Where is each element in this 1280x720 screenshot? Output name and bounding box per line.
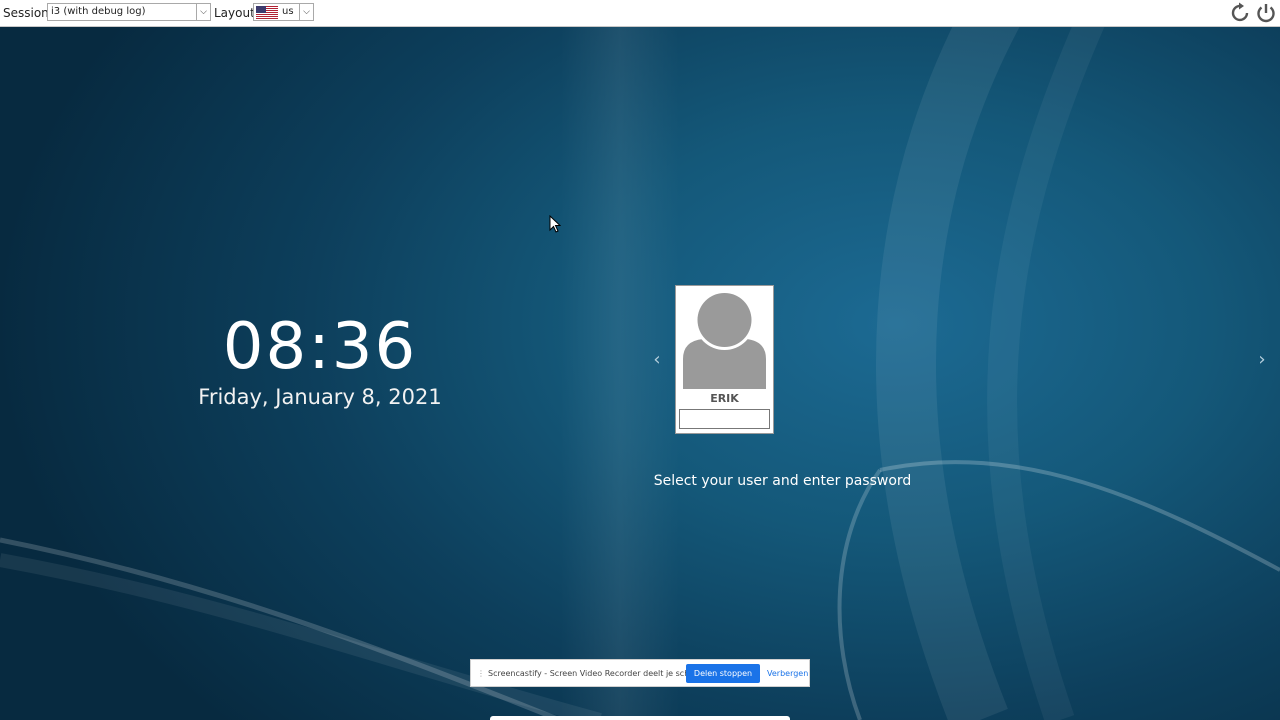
us-flag-icon: [256, 6, 278, 19]
layout-label: Layout: [214, 6, 255, 20]
password-input[interactable]: [679, 409, 770, 429]
login-prompt: Select your user and enter password: [653, 473, 912, 489]
login-screen: Session i3 (with debug log) ⌵ Layout us …: [0, 0, 1280, 720]
clock-date: Friday, January 8, 2021: [198, 385, 442, 409]
share-message: Screencastify - Screen Video Recorder de…: [488, 669, 708, 678]
hide-link[interactable]: Verbergen: [767, 668, 808, 679]
restart-icon[interactable]: [1230, 2, 1252, 24]
chevron-down-icon[interactable]: ⌵: [299, 4, 313, 20]
layout-value: us: [282, 6, 294, 17]
layout-select[interactable]: us ⌵: [253, 3, 314, 21]
chevron-right-icon[interactable]: ›: [1255, 349, 1269, 371]
power-icon[interactable]: [1255, 2, 1277, 24]
mouse-cursor-icon: [549, 215, 561, 233]
screen-share-bar: ⋮ Screencastify - Screen Video Recorder …: [470, 659, 810, 687]
user-card[interactable]: ERIK: [675, 285, 774, 434]
drag-handle-icon[interactable]: ⋮: [477, 669, 485, 678]
bottom-panel-edge: [490, 716, 790, 720]
user-avatar-icon: [683, 290, 766, 389]
clock-time: 08:36: [222, 310, 418, 384]
session-select[interactable]: i3 (with debug log) ⌵: [47, 3, 211, 21]
top-bar: Session i3 (with debug log) ⌵ Layout us …: [0, 0, 1280, 27]
chevron-left-icon[interactable]: ‹: [650, 349, 664, 371]
chevron-down-icon[interactable]: ⌵: [196, 4, 210, 20]
username-label: ERIK: [710, 392, 739, 405]
session-value: i3 (with debug log): [51, 6, 146, 17]
stop-sharing-button[interactable]: Delen stoppen: [686, 664, 760, 683]
session-label: Session: [3, 6, 49, 20]
